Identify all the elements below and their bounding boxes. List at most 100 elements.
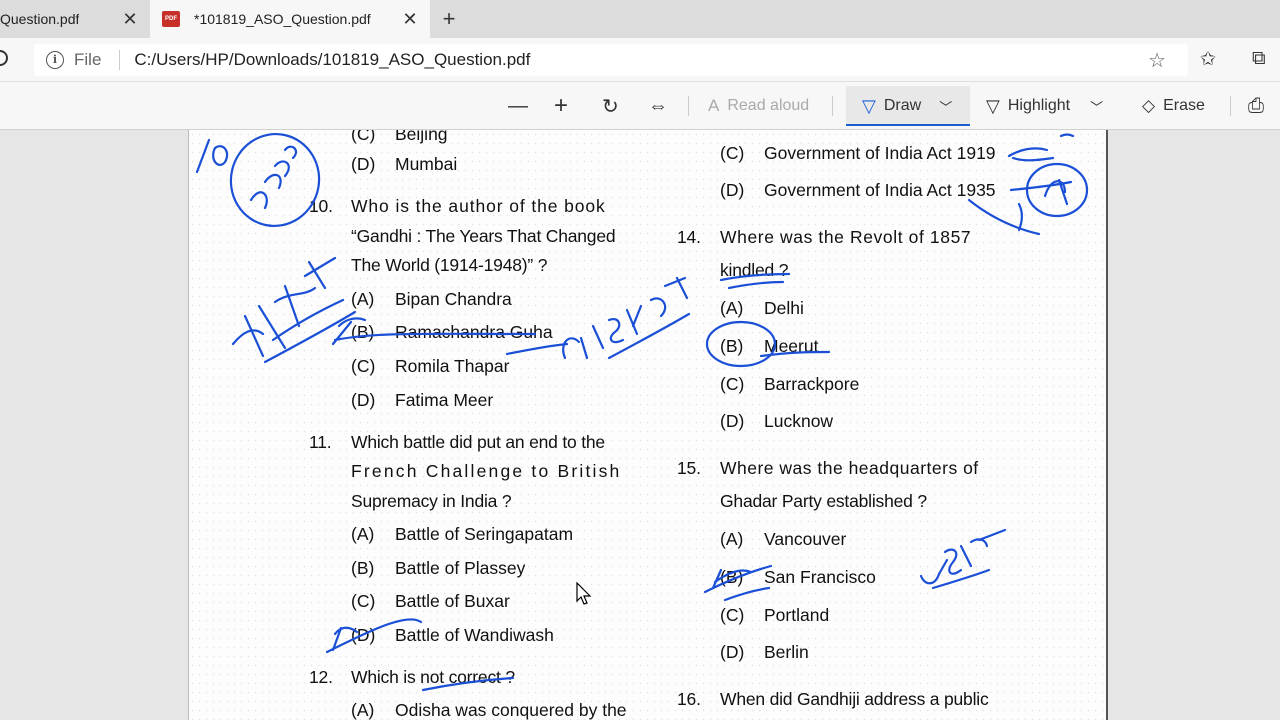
option-text: Lucknow — [764, 411, 834, 431]
option-letter: (D) — [720, 180, 745, 200]
option-letter: (D) — [351, 625, 376, 645]
option-text: Battle of Plassey — [395, 558, 526, 578]
refresh-icon[interactable] — [0, 50, 8, 66]
option-letter: (C) — [720, 605, 745, 625]
option-text: Bipan Chandra — [395, 289, 512, 309]
option-text: Berlin — [764, 642, 809, 662]
tab-label: *101819_ASO_Question.pdf — [194, 11, 371, 27]
question-line: French Challenge to British — [351, 461, 622, 481]
option-letter: (A) — [720, 298, 744, 318]
url-text[interactable]: C:/Users/HP/Downloads/101819_ASO_Questio… — [134, 50, 530, 70]
tab-question-pdf[interactable]: Question.pdf ✕ — [0, 0, 150, 38]
question-line: Supremacy in India ? — [351, 491, 512, 511]
address-bar: i File C:/Users/HP/Downloads/101819_ASO_… — [0, 38, 1280, 82]
option-text: Government of India Act 1919 — [764, 143, 996, 163]
pdf-file-icon: PDF — [162, 11, 180, 27]
option-text: San Francisco — [764, 567, 876, 587]
info-icon[interactable]: i — [46, 51, 64, 69]
option-letter: (A) — [351, 700, 375, 720]
option-text: Meerut — [764, 336, 819, 356]
option-text: Portland — [764, 605, 830, 625]
zoom-in-icon[interactable]: + — [554, 82, 576, 130]
highlight-button[interactable]: ▽ Highlight ﹀ — [986, 82, 1103, 130]
chevron-down-icon[interactable]: ﹀ — [939, 97, 952, 116]
pdf-viewer[interactable]: (C) Beijing (D) Mumbai 10. Who is the au… — [0, 130, 1280, 720]
question-number: 12. — [309, 667, 333, 687]
option-letter: (C) — [351, 130, 376, 144]
option-text: Vancouver — [764, 529, 847, 549]
print-icon[interactable]: ⎙ — [1248, 82, 1272, 130]
favorites-icon[interactable]: ✩ — [1200, 48, 1216, 71]
option-letter: (A) — [351, 289, 375, 309]
read-aloud-button[interactable]: A Read aloud — [708, 82, 809, 130]
question-line: Who is the author of the book — [351, 196, 606, 216]
question-number: 15. — [677, 458, 701, 478]
scheme-label: File — [74, 50, 102, 69]
erase-button[interactable]: ◇ Erase — [1142, 82, 1205, 130]
option-text: Odisha was conquered by the — [395, 700, 627, 720]
option-letter: (B) — [720, 336, 744, 356]
option-text: Battle of Seringapatam — [395, 524, 574, 544]
eraser-icon: ◇ — [1142, 96, 1156, 115]
tab-bar: Question.pdf ✕ PDF *101819_ASO_Question.… — [0, 0, 1280, 38]
option-letter: (C) — [720, 143, 745, 163]
rotate-icon[interactable]: ↻ — [602, 82, 627, 130]
option-letter: (C) — [351, 591, 376, 611]
option-letter: (C) — [720, 374, 745, 394]
mouse-cursor-icon — [576, 582, 592, 605]
toolbar-divider — [688, 96, 689, 116]
option-text: Battle of Buxar — [395, 591, 510, 611]
question-line: Where was the headquarters of — [720, 458, 979, 478]
option-text: Delhi — [764, 298, 804, 318]
option-text: Government of India Act 1935 — [764, 180, 996, 200]
tab-label: Question.pdf — [0, 11, 80, 27]
option-letter: (A) — [720, 529, 744, 549]
favorite-star-icon[interactable]: ☆ — [1148, 48, 1166, 73]
option-text: Romila Thapar — [395, 356, 510, 376]
question-number: 14. — [677, 227, 701, 247]
option-text: Fatima Meer — [395, 390, 494, 410]
fit-page-icon[interactable]: ⇔ — [648, 82, 676, 130]
zoom-out-icon[interactable]: — — [508, 82, 536, 130]
read-aloud-label: Read aloud — [727, 97, 810, 114]
question-line: When did Gandhiji address a public — [720, 689, 989, 709]
question-line: Which battle did put an end to the — [351, 432, 605, 452]
draw-label: Draw — [883, 97, 922, 114]
question-number: 11. — [309, 432, 332, 452]
tab-aso-question-pdf[interactable]: PDF *101819_ASO_Question.pdf ✕ — [150, 0, 430, 38]
option-letter: (D) — [720, 411, 745, 431]
option-text: Mumbai — [395, 154, 458, 174]
question-line: kindled ? — [720, 260, 789, 280]
highlighter-icon: ▽ — [986, 95, 1000, 116]
option-letter: (D) — [351, 390, 376, 410]
option-letter: (B) — [351, 322, 375, 342]
question-number: 16. — [677, 689, 701, 709]
option-letter: (C) — [351, 356, 376, 376]
option-letter: (D) — [351, 154, 376, 174]
option-text: Battle of Wandiwash — [395, 625, 554, 645]
option-text: Barrackpore — [764, 374, 860, 394]
question-line: Which is not correct ? — [351, 667, 515, 687]
close-icon[interactable]: ✕ — [400, 9, 420, 29]
option-text: Ramachandra Guha — [395, 322, 553, 342]
question-line: Ghadar Party established ? — [720, 491, 927, 511]
option-text: Beijing — [395, 130, 448, 144]
new-tab-icon[interactable]: + — [436, 6, 462, 32]
option-letter: (B) — [351, 558, 375, 578]
close-icon[interactable]: ✕ — [120, 9, 140, 29]
scan-noise — [189, 130, 1106, 720]
url-field[interactable]: i File C:/Users/HP/Downloads/101819_ASO_… — [34, 44, 1188, 76]
pdf-page: (C) Beijing (D) Mumbai 10. Who is the au… — [188, 130, 1108, 720]
toolbar-divider — [832, 96, 833, 116]
draw-button[interactable]: ▽ Draw ﹀ — [862, 82, 952, 130]
pdf-toolbar: — + ↻ ⇔ A Read aloud ▽ Draw ﹀ ▽ Highligh… — [0, 82, 1280, 130]
option-letter: (A) — [351, 524, 375, 544]
divider — [119, 50, 121, 70]
highlight-label: Highlight — [1007, 97, 1071, 114]
toolbar-divider — [1230, 96, 1231, 116]
question-line: The World (1914-1948)” ? — [351, 255, 548, 275]
draw-pen-icon: ▽ — [862, 95, 876, 116]
read-aloud-icon: A — [708, 96, 720, 115]
chevron-down-icon[interactable]: ﹀ — [1090, 97, 1103, 116]
collections-icon[interactable]: ⧉ — [1252, 48, 1266, 70]
